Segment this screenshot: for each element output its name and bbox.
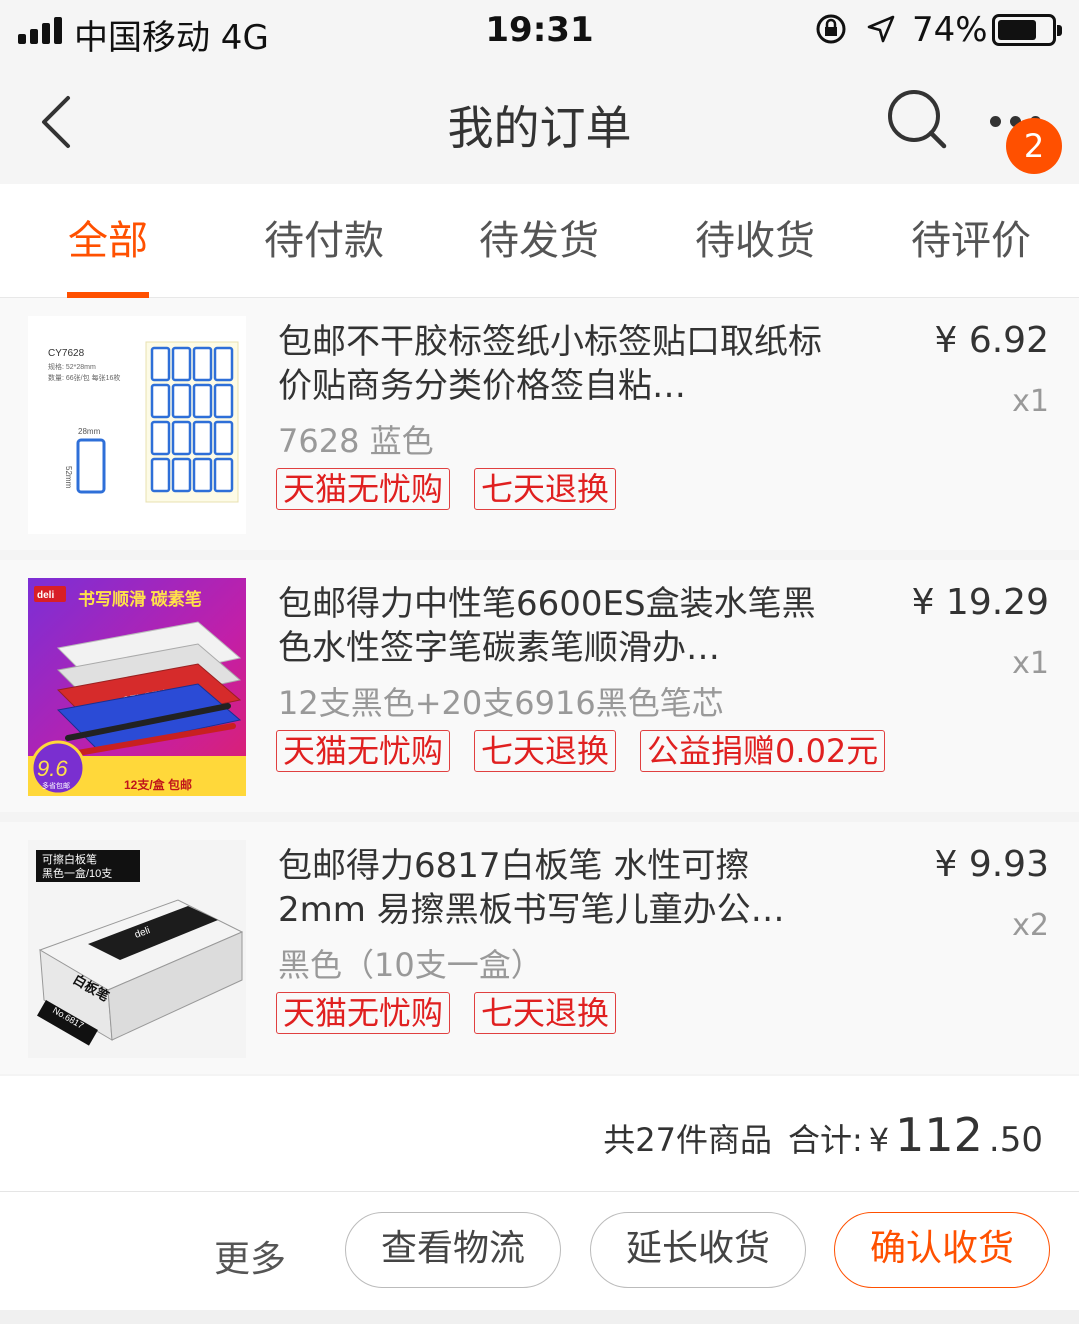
product-sku: 7628 蓝色	[278, 422, 434, 460]
tab-pending-payment[interactable]: 待付款	[216, 184, 432, 298]
order-item[interactable]: 可擦白板笔 黑色一盒/10支 deli 白板笔 No.6817 包邮得力6817…	[0, 822, 1079, 1074]
label-cell	[213, 383, 234, 419]
total-decimal: .50	[988, 1120, 1043, 1160]
service-tag: 七天退换	[474, 730, 617, 772]
image-badge-subtext: 多省包邮	[42, 781, 70, 790]
image-price-badge: 9.6	[37, 756, 68, 781]
product-quantity: x1	[1012, 384, 1049, 419]
order-tabs: 全部 待付款 待发货 待收货 待评价	[0, 184, 1079, 298]
image-model-text: CY7628	[48, 348, 85, 359]
battery-percent: 74%	[912, 10, 988, 50]
service-tag: 天猫无忧购	[276, 992, 451, 1034]
product-title[interactable]: 包邮不干胶标签纸小标签贴口取纸标价贴商务分类价格签自粘…	[278, 320, 838, 408]
product-image[interactable]: deli 书写顺滑 碳素笔 GEL PEN 12支/盒 包邮 9.6 多省包邮	[28, 578, 246, 796]
product-sku: 黑色（10支一盒）	[278, 946, 543, 984]
label-cell	[192, 457, 213, 493]
product-price: ¥ 19.29	[911, 582, 1049, 623]
location-arrow-icon	[867, 15, 895, 43]
total-label: 合计:	[787, 1121, 863, 1159]
label-cell	[150, 457, 171, 493]
label-cell	[192, 420, 213, 456]
battery-icon	[992, 14, 1062, 46]
image-dimension-text: 28mm	[78, 427, 101, 436]
tab-all[interactable]: 全部	[0, 184, 216, 298]
more-actions-link[interactable]: 更多	[214, 1230, 286, 1282]
image-brand-text: deli	[37, 590, 54, 601]
label-cell	[171, 346, 192, 382]
label-cell	[213, 346, 234, 382]
label-cell	[171, 457, 192, 493]
service-tag: 七天退换	[474, 468, 617, 510]
product-sku: 12支黑色+20支6916黑色笔芯	[278, 684, 724, 722]
product-price: ¥ 6.92	[934, 320, 1049, 361]
service-tag: 公益捐赠0.02元	[640, 730, 886, 772]
image-corner-text: 黑色一盒/10支	[42, 866, 112, 880]
order-summary: 共27件商品 合计: ¥ 112.50	[0, 1076, 1079, 1192]
bottom-spacer	[0, 1310, 1079, 1324]
rotation-lock-icon	[816, 14, 846, 44]
label-cell	[171, 420, 192, 456]
currency-symbol: ¥	[868, 1121, 890, 1159]
order-total: 共27件商品 合计: ¥ 112.50	[603, 1108, 1043, 1162]
tab-pending-receipt[interactable]: 待收货	[647, 184, 863, 298]
label-cell	[171, 383, 192, 419]
product-image[interactable]: 可擦白板笔 黑色一盒/10支 deli 白板笔 No.6817	[28, 840, 246, 1058]
extend-receipt-button[interactable]: 延长收货	[590, 1212, 806, 1288]
order-actions: 更多 查看物流 延长收货 确认收货	[0, 1192, 1079, 1310]
confirm-receipt-button[interactable]: 确认收货	[834, 1212, 1050, 1288]
total-integer: 112	[895, 1108, 983, 1162]
status-bar: 中国移动 4G 19:31 74%	[0, 0, 1079, 62]
service-tag: 天猫无忧购	[276, 468, 451, 510]
order-item[interactable]: CY7628 规格: 52*28mm 数量: 66张/包 每张16枚 28mm …	[0, 298, 1079, 550]
notification-badge: 2	[1006, 118, 1062, 174]
image-dimension-text: 52mm	[64, 466, 73, 489]
image-footer-text: 12支/盒 包邮	[124, 777, 192, 792]
label-cell	[150, 420, 171, 456]
order-item[interactable]: deli 书写顺滑 碳素笔 GEL PEN 12支/盒 包邮 9.6 多省包邮 …	[0, 560, 1079, 812]
label-cell	[213, 457, 234, 493]
service-tags: 天猫无忧购 七天退换 公益捐赠0.02元	[276, 730, 886, 772]
image-headline-text: 书写顺滑 碳素笔	[78, 589, 202, 609]
service-tags: 天猫无忧购 七天退换	[276, 992, 617, 1034]
service-tags: 天猫无忧购 七天退换	[276, 468, 617, 510]
product-quantity: x1	[1012, 646, 1049, 681]
product-title[interactable]: 包邮得力中性笔6600ES盒装水笔黑色水性签字笔碳素笔顺滑办…	[278, 582, 838, 670]
label-cell	[213, 420, 234, 456]
product-price: ¥ 9.93	[934, 844, 1049, 885]
label-cell	[150, 383, 171, 419]
view-logistics-button[interactable]: 查看物流	[345, 1212, 561, 1288]
product-quantity: x2	[1012, 908, 1049, 943]
item-count-text: 共27件商品	[603, 1121, 772, 1159]
product-title[interactable]: 包邮得力6817白板笔 水性可擦 2mm 易擦黑板书写笔儿童办公…	[278, 844, 838, 932]
label-cell	[150, 346, 171, 382]
nav-bar: 我的订单 2	[0, 62, 1079, 184]
label-cell	[192, 383, 213, 419]
image-spec-text: 数量: 66张/包 每张16枚	[48, 373, 120, 382]
service-tag: 天猫无忧购	[276, 730, 451, 772]
service-tag: 七天退换	[474, 992, 617, 1034]
label-cell	[192, 346, 213, 382]
tab-pending-shipment[interactable]: 待发货	[431, 184, 647, 298]
image-spec-text: 规格: 52*28mm	[48, 362, 96, 371]
product-image[interactable]: CY7628 规格: 52*28mm 数量: 66张/包 每张16枚 28mm …	[28, 316, 246, 534]
search-icon[interactable]	[884, 86, 950, 152]
tab-pending-review[interactable]: 待评价	[863, 184, 1079, 298]
image-corner-text: 可擦白板笔	[42, 852, 97, 866]
